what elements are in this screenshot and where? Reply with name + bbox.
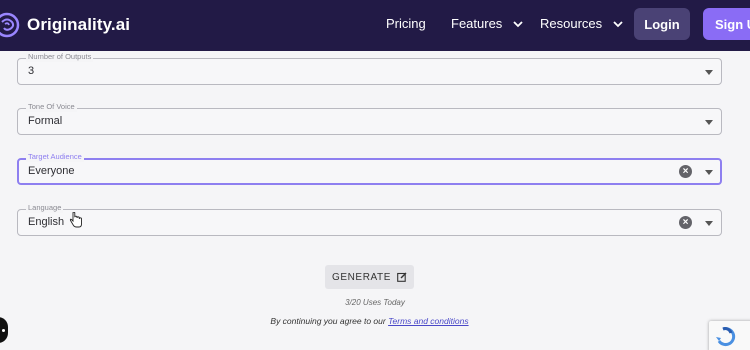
terms-prefix: By continuing you agree to our bbox=[270, 316, 386, 326]
target-audience-select[interactable]: Target Audience Everyone × bbox=[17, 152, 722, 185]
hand-cursor-icon bbox=[69, 212, 82, 228]
brain-logo-icon bbox=[0, 12, 20, 38]
field-label: Target Audience bbox=[26, 152, 84, 162]
recaptcha-icon bbox=[716, 327, 736, 346]
field-label: Number of Outputs bbox=[26, 52, 94, 62]
nav-pricing[interactable]: Pricing bbox=[386, 16, 426, 31]
main-content: Number of Outputs 3 Tone Of Voice Formal… bbox=[0, 51, 750, 350]
chevron-down-icon[interactable] bbox=[705, 221, 713, 226]
generate-button[interactable]: GENERATE bbox=[325, 265, 414, 289]
field-value: English bbox=[28, 216, 65, 228]
chevron-down-icon bbox=[613, 20, 623, 27]
field-value: 3 bbox=[28, 65, 35, 77]
field-label: Tone Of Voice bbox=[26, 102, 77, 112]
chevron-down-icon[interactable] bbox=[705, 170, 713, 175]
clear-icon[interactable]: × bbox=[679, 216, 692, 229]
field-value: Everyone bbox=[28, 165, 75, 177]
login-button[interactable]: Login bbox=[634, 8, 690, 40]
edit-icon bbox=[397, 272, 407, 282]
signup-button[interactable]: Sign U bbox=[703, 8, 750, 40]
terms-notice: By continuing you agree to our Terms and… bbox=[0, 316, 739, 326]
field-value: Formal bbox=[28, 115, 63, 127]
brand-name: Originality.ai bbox=[27, 15, 131, 34]
recaptcha-badge[interactable] bbox=[709, 321, 750, 350]
chevron-down-icon[interactable] bbox=[705, 120, 713, 125]
number-of-outputs-select[interactable]: Number of Outputs 3 bbox=[17, 52, 722, 85]
nav-resources[interactable]: Resources bbox=[540, 16, 624, 31]
nav-features[interactable]: Features bbox=[451, 16, 524, 31]
uses-counter: 3/20 Uses Today bbox=[345, 298, 405, 307]
chevron-down-icon[interactable] bbox=[705, 70, 713, 75]
field-label: Language bbox=[26, 203, 64, 213]
dot-icon bbox=[2, 329, 5, 332]
clear-icon[interactable]: × bbox=[679, 165, 692, 178]
terms-link[interactable]: Terms and conditions bbox=[388, 316, 468, 326]
language-select[interactable]: Language English × bbox=[17, 203, 722, 236]
nav-pricing-label: Pricing bbox=[386, 16, 426, 31]
nav-resources-label: Resources bbox=[540, 16, 603, 31]
chevron-down-icon bbox=[513, 20, 523, 27]
nav-features-label: Features bbox=[451, 16, 503, 31]
generate-label: GENERATE bbox=[331, 271, 392, 283]
top-navbar: Originality.ai Pricing Features Resource… bbox=[0, 0, 750, 51]
tone-of-voice-select[interactable]: Tone Of Voice Formal bbox=[17, 102, 722, 135]
